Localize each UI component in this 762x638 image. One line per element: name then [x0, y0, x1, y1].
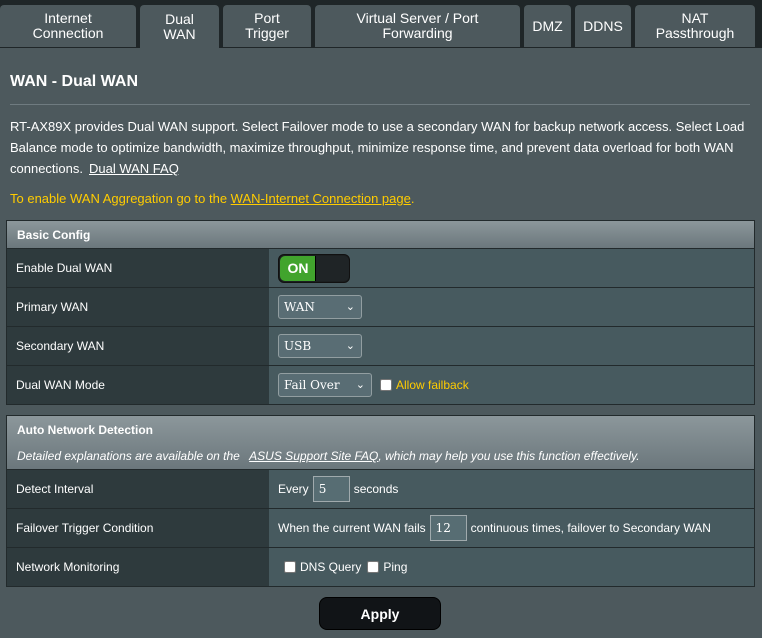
secondary-wan-select[interactable]: USB ⌄	[278, 334, 362, 358]
tab-label: Trigger	[245, 25, 289, 41]
basic-config-header: Basic Config	[7, 221, 754, 248]
toggle-knob	[315, 255, 349, 281]
row-value: DNS Query Ping	[269, 548, 754, 586]
tab-label: Passthrough	[655, 25, 735, 41]
row-value: Every 5 seconds	[269, 470, 754, 508]
row-label: Secondary WAN	[7, 327, 269, 365]
allow-failback-label: Allow failback	[396, 378, 469, 392]
ping-label: Ping	[383, 560, 408, 574]
row-label: Dual WAN Mode	[7, 366, 269, 404]
chevron-down-icon: ⌄	[355, 378, 365, 391]
row-value: WAN ⌄	[269, 288, 754, 326]
tab-label: Port	[254, 10, 280, 26]
tab-port-trigger[interactable]: Port Trigger	[223, 5, 311, 47]
content-panel: WAN - Dual WAN RT-AX89X provides Dual WA…	[0, 48, 762, 638]
allow-failback-checkbox[interactable]	[380, 379, 392, 391]
row-label: Enable Dual WAN	[7, 249, 269, 287]
network-monitoring-row: Network Monitoring DNS Query Ping	[7, 547, 754, 586]
ping-checkbox[interactable]	[367, 561, 380, 573]
auto-detection-table: Auto Network Detection Detailed explanat…	[6, 415, 755, 587]
detect-interval-input[interactable]: 5	[312, 476, 350, 502]
description-suffix: , which may help you use this function e…	[378, 449, 640, 463]
dual-wan-mode-select[interactable]: Fail Over ⌄	[278, 373, 372, 397]
failover-trigger-row: Failover Trigger Condition When the curr…	[7, 508, 754, 547]
tab-bar: Internet Connection Dual WAN Port Trigger V…	[0, 0, 762, 48]
tab-label: DMZ	[532, 17, 563, 34]
secondary-wan-row: Secondary WAN USB ⌄	[7, 326, 754, 365]
tab-nat-passthrough[interactable]: NAT Passthrough	[635, 5, 755, 47]
tab-label: NAT	[681, 10, 709, 26]
section-title: Auto Network Detection	[17, 423, 154, 437]
basic-config-table: Basic Config Enable Dual WAN ON Primary …	[6, 220, 755, 405]
enable-dual-wan-toggle[interactable]: ON	[278, 253, 350, 283]
apply-button[interactable]: Apply	[319, 597, 441, 630]
detect-interval-row: Detect Interval Every 5 seconds	[7, 469, 754, 508]
section-title: Basic Config	[17, 227, 91, 242]
tab-label: DDNS	[583, 17, 623, 34]
select-value: Fail Over	[284, 378, 340, 392]
tab-ddns[interactable]: DDNS	[575, 5, 631, 47]
row-value: ON	[269, 249, 754, 287]
tab-internet-connection[interactable]: Internet Connection	[0, 5, 136, 47]
row-label: Network Monitoring	[7, 548, 269, 586]
page-title: WAN - Dual WAN	[10, 73, 138, 90]
chevron-down-icon: ⌄	[345, 300, 355, 313]
auto-detection-header: Auto Network Detection Detailed explanat…	[7, 416, 754, 469]
tab-label: Virtual Server / Port	[356, 10, 479, 26]
wan-internet-connection-link[interactable]: WAN-Internet Connection page	[231, 191, 411, 206]
tab-dual-wan[interactable]: Dual WAN	[140, 5, 219, 48]
dual-wan-faq-link[interactable]: Dual WAN FAQ	[89, 161, 179, 176]
asus-support-faq-link[interactable]: ASUS Support Site FAQ	[249, 449, 378, 463]
row-value: USB ⌄	[269, 327, 754, 365]
failover-trigger-input[interactable]: 12	[429, 515, 467, 541]
tab-label: Connection	[32, 25, 104, 41]
toggle-on-label: ON	[280, 255, 316, 281]
row-label: Primary WAN	[7, 288, 269, 326]
interval-prefix: Every	[278, 482, 309, 496]
trigger-prefix: When the current WAN fails	[278, 521, 426, 535]
dual-wan-mode-row: Dual WAN Mode Fail Over ⌄ Allow failback	[7, 365, 754, 404]
tab-label: WAN	[163, 25, 196, 42]
tab-label: Internet	[44, 10, 92, 26]
tab-label: Dual	[165, 10, 194, 27]
tab-label: Forwarding	[382, 25, 453, 41]
tab-virtual-server[interactable]: Virtual Server / Port Forwarding	[315, 5, 520, 47]
description-prefix: Detailed explanations are available on t…	[17, 449, 240, 463]
aggregation-prefix: To enable WAN Aggregation go to the	[10, 191, 231, 206]
row-label: Failover Trigger Condition	[7, 509, 269, 547]
row-value: When the current WAN fails 12 continuous…	[269, 509, 754, 547]
enable-dual-wan-row: Enable Dual WAN ON	[7, 248, 754, 287]
interval-suffix: seconds	[353, 482, 399, 496]
intro-text: RT-AX89X provides Dual WAN support. Sele…	[10, 116, 750, 179]
trigger-suffix: continuous times, failover to Secondary …	[470, 521, 711, 535]
aggregation-suffix: .	[410, 191, 415, 206]
primary-wan-row: Primary WAN WAN ⌄	[7, 287, 754, 326]
chevron-down-icon: ⌄	[345, 339, 355, 352]
select-value: WAN	[284, 300, 315, 314]
row-value: Fail Over ⌄ Allow failback	[269, 366, 754, 404]
dns-query-label: DNS Query	[300, 560, 362, 574]
select-value: USB	[284, 339, 312, 353]
dns-query-checkbox[interactable]	[284, 561, 296, 573]
tab-dmz[interactable]: DMZ	[524, 5, 571, 47]
primary-wan-select[interactable]: WAN ⌄	[278, 295, 362, 319]
row-label: Detect Interval	[7, 470, 269, 508]
auto-detection-description: Detailed explanations are available on t…	[17, 449, 744, 463]
aggregation-note: To enable WAN Aggregation go to the WAN-…	[10, 191, 414, 206]
title-divider	[10, 104, 750, 105]
